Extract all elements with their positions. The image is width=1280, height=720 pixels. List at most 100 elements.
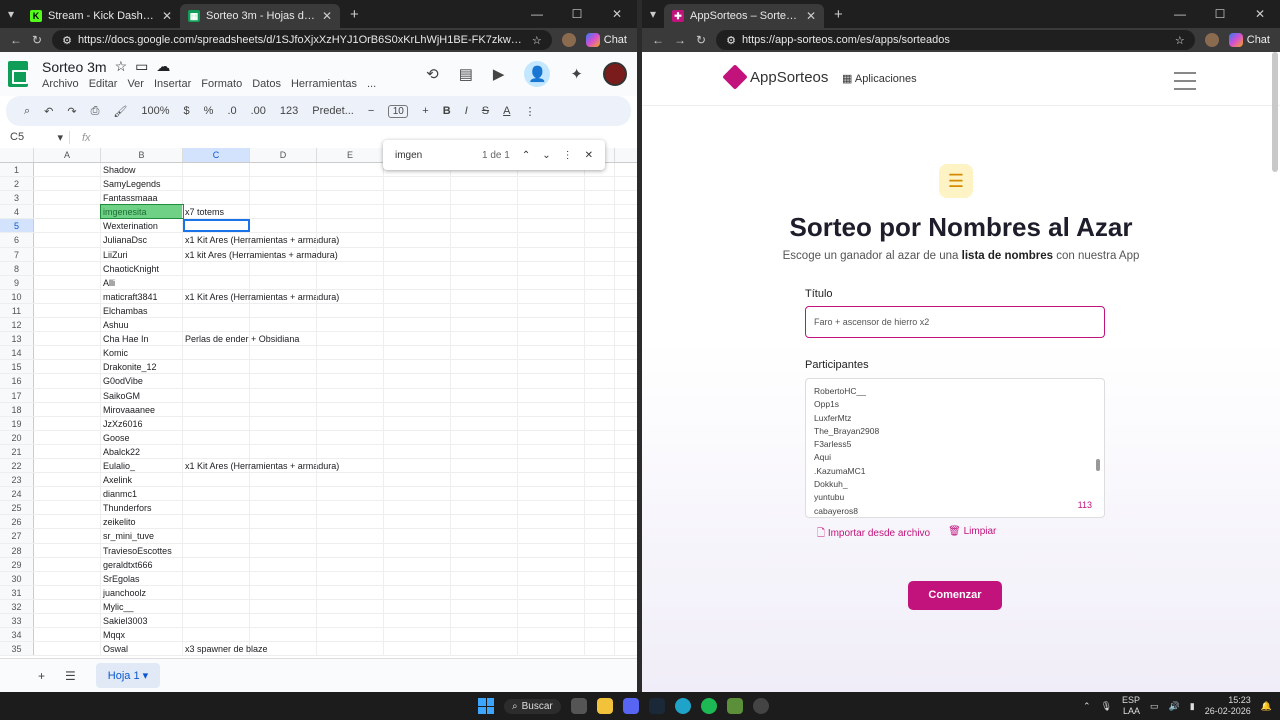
- taskbar-search[interactable]: ⌕ Buscar: [504, 698, 561, 714]
- cell-d[interactable]: [250, 205, 317, 219]
- row-number[interactable]: 34: [0, 628, 34, 642]
- row-number[interactable]: 13: [0, 332, 34, 346]
- apps-menu[interactable]: ▦ Aplicaciones: [842, 72, 917, 85]
- row-number[interactable]: 21: [0, 444, 34, 458]
- redo-icon[interactable]: ↷: [67, 105, 76, 118]
- cell-i[interactable]: [585, 529, 615, 543]
- cell-a[interactable]: [34, 233, 101, 247]
- row-number[interactable]: 30: [0, 571, 34, 585]
- cell-h[interactable]: [518, 557, 585, 571]
- cell-h[interactable]: [518, 543, 585, 557]
- cell-a[interactable]: [34, 247, 101, 261]
- cell-g[interactable]: [451, 289, 518, 303]
- row-number[interactable]: 4: [0, 205, 34, 219]
- font-size-input[interactable]: 10: [388, 104, 409, 118]
- folder-icon[interactable]: ▭: [135, 58, 148, 75]
- column-header-d[interactable]: D: [250, 148, 317, 162]
- site-info-icon[interactable]: ⚙: [62, 34, 72, 47]
- minus-icon[interactable]: −: [368, 105, 374, 117]
- cell-c[interactable]: [183, 177, 250, 191]
- cell-h[interactable]: [518, 599, 585, 613]
- column-header-b[interactable]: B: [101, 148, 183, 162]
- cell-c[interactable]: [183, 614, 250, 628]
- cell-g[interactable]: [451, 388, 518, 402]
- cell-c[interactable]: [183, 487, 250, 501]
- cell-b[interactable]: G0odVibe: [101, 374, 183, 388]
- menu-ver[interactable]: Ver: [127, 78, 144, 90]
- cell-h[interactable]: [518, 247, 585, 261]
- column-header-a[interactable]: A: [34, 148, 101, 162]
- minecraft-icon[interactable]: [726, 698, 743, 714]
- cell-e[interactable]: [317, 557, 384, 571]
- row-number[interactable]: 10: [0, 289, 34, 303]
- cell-d[interactable]: [250, 501, 317, 515]
- cell-d[interactable]: [250, 571, 317, 585]
- cell-f[interactable]: [384, 360, 451, 374]
- cell-d[interactable]: [250, 374, 317, 388]
- chevron-up-icon[interactable]: ⌃: [1083, 701, 1091, 712]
- currency-button[interactable]: $: [184, 105, 190, 117]
- cell-h[interactable]: [518, 444, 585, 458]
- print-icon[interactable]: ⎙: [91, 105, 100, 118]
- minimize-icon[interactable]: —: [517, 7, 557, 21]
- cell-e[interactable]: [317, 332, 384, 346]
- cell-b[interactable]: maticraft3841: [101, 289, 183, 303]
- gemini-icon[interactable]: ✦: [570, 65, 583, 83]
- cell-d[interactable]: [250, 233, 317, 247]
- cell-c[interactable]: [183, 557, 250, 571]
- cell-g[interactable]: [451, 303, 518, 318]
- cell-i[interactable]: [585, 191, 615, 205]
- cell-a[interactable]: [34, 458, 101, 473]
- cell-b[interactable]: SrEgolas: [101, 571, 183, 585]
- cell-h[interactable]: [518, 416, 585, 430]
- cell-e[interactable]: [317, 642, 384, 656]
- cell-h[interactable]: [518, 360, 585, 374]
- page-scrollbar[interactable]: [1272, 52, 1278, 172]
- row-number[interactable]: 23: [0, 473, 34, 487]
- close-icon[interactable]: ✕: [806, 9, 816, 23]
- cell-i[interactable]: [585, 275, 615, 289]
- cell-c[interactable]: [183, 515, 250, 529]
- cell-f[interactable]: [384, 177, 451, 191]
- cell-a[interactable]: [34, 275, 101, 289]
- cell-f[interactable]: [384, 318, 451, 332]
- cell-f[interactable]: [384, 261, 451, 275]
- cell-g[interactable]: [451, 543, 518, 557]
- cell-i[interactable]: [585, 388, 615, 402]
- row-number[interactable]: 28: [0, 543, 34, 557]
- row-number[interactable]: 17: [0, 388, 34, 402]
- clear-button[interactable]: 🗑 Limpiar: [948, 526, 996, 543]
- cell-d[interactable]: [250, 303, 317, 318]
- cell-e[interactable]: [317, 529, 384, 543]
- row-number[interactable]: 22: [0, 458, 34, 473]
- chevron-down-icon[interactable]: ▾: [57, 131, 63, 144]
- cell-a[interactable]: [34, 585, 101, 599]
- column-header-c[interactable]: C: [183, 148, 250, 162]
- menu-editar[interactable]: Editar: [89, 78, 118, 90]
- profile-icon[interactable]: [1204, 33, 1219, 47]
- cell-e[interactable]: [317, 205, 384, 219]
- cell-d[interactable]: [250, 332, 317, 346]
- cell-i[interactable]: [585, 501, 615, 515]
- cell-g[interactable]: [451, 177, 518, 191]
- cell-e[interactable]: [317, 163, 384, 177]
- cell-h[interactable]: [518, 332, 585, 346]
- cell-g[interactable]: [451, 458, 518, 473]
- find-input[interactable]: imgen: [395, 150, 422, 161]
- cell-a[interactable]: [34, 205, 101, 219]
- cell-f[interactable]: [384, 205, 451, 219]
- reload-icon[interactable]: ↻: [32, 33, 42, 47]
- close-window-icon[interactable]: ✕: [597, 7, 637, 21]
- task-view-icon[interactable]: [570, 698, 587, 714]
- discord-icon[interactable]: [622, 698, 639, 714]
- cell-b[interactable]: Mirovaaanee: [101, 402, 183, 416]
- cell-h[interactable]: [518, 402, 585, 416]
- cell-b[interactable]: Cha Hae In: [101, 332, 183, 346]
- cell-c[interactable]: [183, 374, 250, 388]
- cell-c[interactable]: [183, 444, 250, 458]
- percent-button[interactable]: %: [204, 105, 214, 117]
- cell-c[interactable]: x1 kit Ares (Herramientas + armadura): [183, 247, 338, 261]
- row-number[interactable]: 35: [0, 642, 34, 656]
- text-color-button[interactable]: A: [503, 105, 510, 117]
- cell-d[interactable]: [250, 599, 317, 613]
